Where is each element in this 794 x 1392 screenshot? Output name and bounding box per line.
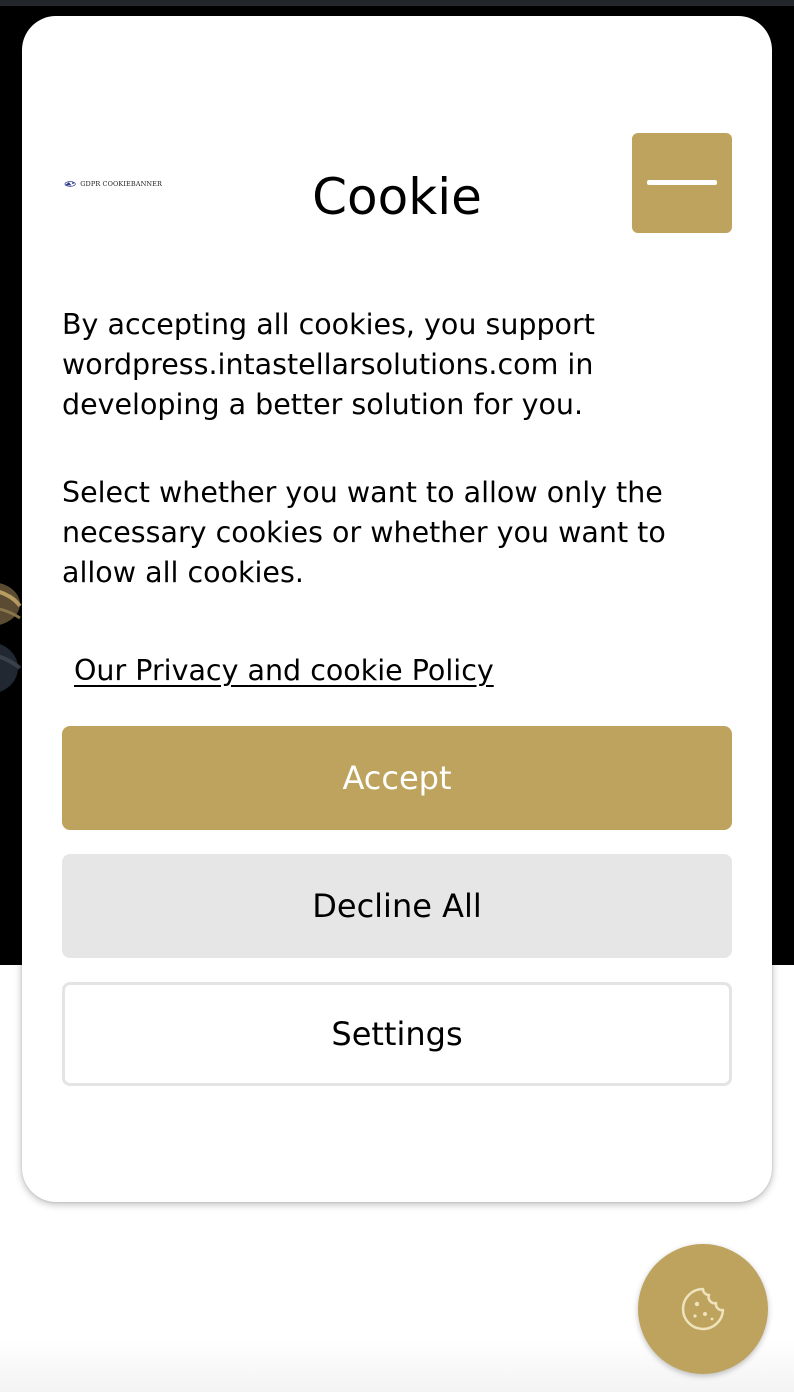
- hamburger-icon: [647, 180, 717, 185]
- banner-description-support: By accepting all cookies, you support wo…: [62, 308, 595, 421]
- cookie-settings-fab[interactable]: [638, 1244, 768, 1374]
- cookie-banner: GDPR COOKIEBANNER Cookie By accepting al…: [22, 16, 772, 1202]
- banner-description-choice: Select whether you want to allow only th…: [62, 476, 666, 589]
- accept-button[interactable]: Accept: [62, 726, 732, 830]
- settings-button[interactable]: Settings: [62, 982, 732, 1086]
- cookie-icon: [681, 1287, 725, 1331]
- privacy-policy-link[interactable]: Our Privacy and cookie Policy: [74, 649, 494, 693]
- decline-all-button[interactable]: Decline All: [62, 854, 732, 958]
- menu-button[interactable]: [632, 133, 732, 233]
